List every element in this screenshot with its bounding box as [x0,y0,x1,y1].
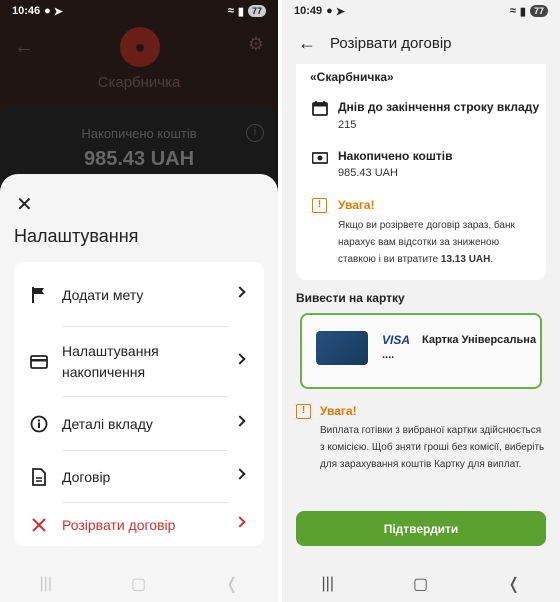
battery-icon: 77 [247,5,266,17]
flag-icon [30,287,48,303]
days-left-label: Днів до закінчення строку вкладу [338,100,540,114]
warning-icon: ! [312,198,327,213]
menu-item-label: Деталі вкладу [62,415,153,432]
card-icon [30,355,48,369]
signal-icon: ▮ [237,5,244,18]
notification-icons: ● ➤ [44,5,63,18]
warning-text: Виплата готівки з вибраної картки здійсн… [320,425,545,470]
settings-menu: Додати мету Налаштування накопичення Дет… [14,262,264,546]
accumulated-label: Накопичено коштів [338,149,453,163]
wifi-icon: ≈ [227,5,234,17]
accumulated-value: 985.43 UAH [338,167,398,179]
chevron-right-icon [234,516,246,528]
card-name: Картка Універсальна [422,334,537,346]
withdraw-section-title: Вивести на картку [296,291,405,305]
close-icon [30,518,48,532]
menu-item-savings-settings[interactable]: Налаштування накопичення [14,330,264,394]
divider [62,502,228,503]
sheet-title: Налаштування [14,226,139,246]
recent-apps-icon[interactable]: ||| [40,575,52,593]
days-left-value: 215 [338,119,357,131]
menu-item-label: Налаштування накопичення [62,343,159,380]
battery-icon: 77 [529,5,548,17]
contract-info-card: «Скарбничка» Днів до закінчення строку в… [296,64,546,280]
notification-icons: ● ➤ [326,5,345,18]
divider [62,326,228,327]
menu-item-contract[interactable]: Договір [14,454,264,500]
warning-icon: ! [296,404,311,419]
telegram-icon: ➤ [335,5,346,18]
chevron-right-icon [234,353,246,365]
notification-icon: ● [44,5,51,17]
visa-logo: VISA [382,333,411,347]
right-screen: 10:49 ● ➤ ≈ ▮ 77 ← Розірвати договір «Ск… [282,0,560,602]
chevron-right-icon [234,468,246,480]
card-selector[interactable]: VISA Картка Універсальна .... [300,313,542,389]
info-icon [30,415,48,433]
settings-bottom-sheet: ✕ Налаштування Додати мету Налаштування … [0,174,278,602]
calendar-icon [312,101,328,116]
menu-item-add-goal[interactable]: Додати мету [14,266,264,324]
chevron-right-icon [234,286,246,298]
menu-item-label: Розірвати договір [62,516,176,533]
warning-text-end: . [490,254,494,265]
chevron-right-icon [234,415,246,427]
confirm-button[interactable]: Підтвердити [296,511,546,546]
status-bar: 10:46 ● ➤ ≈ ▮ 77 [0,0,278,22]
divider [62,396,228,397]
page-title: Розірвати договір [330,34,452,52]
document-icon [30,468,48,486]
menu-item-label: Договір [62,468,111,485]
signal-icon: ▮ [519,5,526,18]
system-navbar: ||| ▢ ❬ [0,566,278,602]
telegram-icon: ➤ [53,5,64,18]
warning-title: Увага! [338,198,375,212]
back-icon[interactable]: ❬ [225,574,238,594]
warning-title: Увага! [320,404,357,418]
money-icon [312,152,328,164]
card-number-masked: .... [382,349,395,361]
home-icon[interactable]: ▢ [131,574,146,594]
card-image [316,331,368,365]
divider [62,450,228,451]
menu-item-label: Додати мету [62,286,144,303]
wifi-icon: ≈ [509,5,516,17]
app-header: ← Розірвати договір [282,22,560,64]
warning-text: Якщо ви розірвете договір зараз, банк на… [338,217,538,268]
system-navbar: ||| ▢ ❬ [282,566,560,602]
status-time: 10:46 [12,5,41,17]
back-icon[interactable]: ❬ [507,574,520,594]
recent-apps-icon[interactable]: ||| [322,575,334,593]
home-icon[interactable]: ▢ [413,574,428,594]
close-icon[interactable]: ✕ [16,192,33,217]
status-time: 10:49 [294,5,323,17]
left-screen: ← ● ⚙ Скарбничка Накопичено коштів 985.4… [0,0,278,602]
product-name: «Скарбничка» [310,70,394,84]
back-arrow-icon[interactable]: ← [298,33,318,54]
notification-icon: ● [326,5,333,17]
status-bar: 10:49 ● ➤ ≈ ▮ 77 [282,0,560,22]
menu-item-terminate-contract[interactable]: Розірвати договір [14,504,264,546]
lost-amount: 13.13 UAH [440,254,491,265]
menu-item-deposit-details[interactable]: Деталі вкладу [14,400,264,448]
